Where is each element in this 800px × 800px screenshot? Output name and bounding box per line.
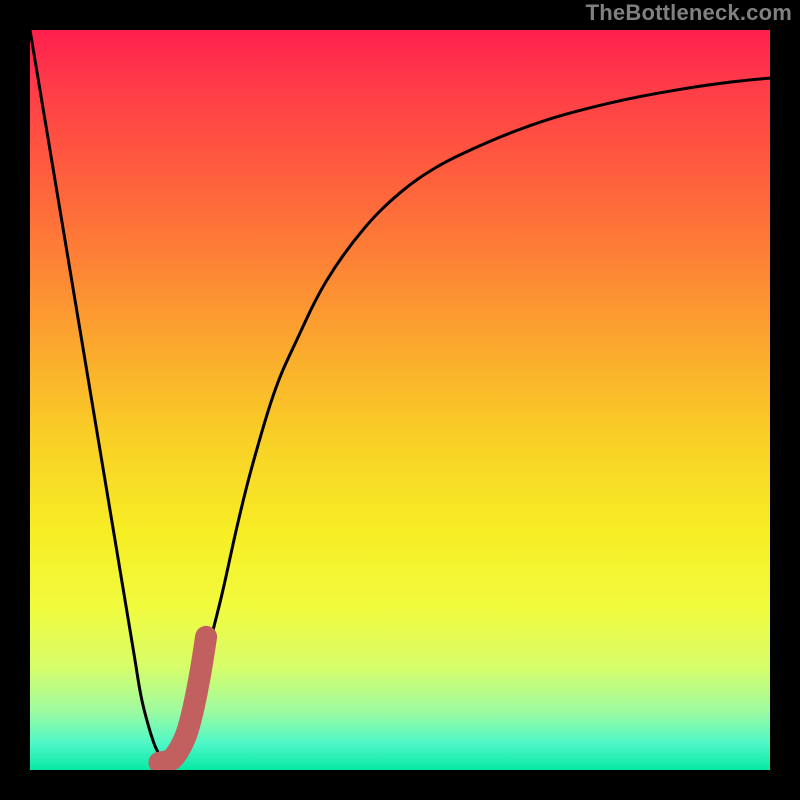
chart-frame: TheBottleneck.com: [0, 0, 800, 800]
gradient-background: [30, 30, 770, 770]
watermark-text: TheBottleneck.com: [586, 0, 792, 26]
plot-svg: [30, 30, 770, 770]
plot-area: [30, 30, 770, 770]
